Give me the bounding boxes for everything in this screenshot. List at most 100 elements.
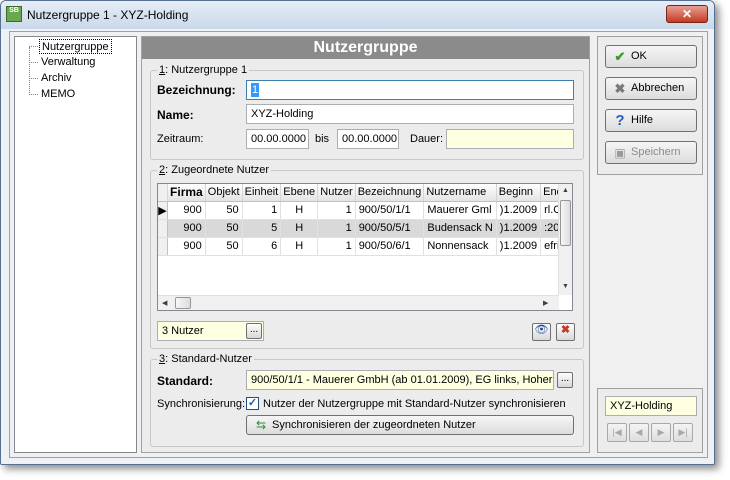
binoculars-icon: 👁 bbox=[534, 324, 549, 336]
next-icon: ▶ bbox=[657, 427, 665, 437]
column-header-firma[interactable]: Firma bbox=[167, 184, 206, 202]
previous-icon: ◀ bbox=[635, 427, 643, 437]
horizontal-scroll-thumb[interactable] bbox=[175, 297, 191, 309]
nutzer-select-button[interactable]: ... bbox=[246, 323, 262, 339]
dauer-label: Dauer: bbox=[410, 133, 444, 145]
bezeichnung-value: 1 bbox=[251, 83, 260, 97]
remove-nutzer-button[interactable]: ✖ bbox=[556, 323, 575, 341]
sync-arrows-icon: ⇆ bbox=[255, 418, 267, 432]
row-indicator-header bbox=[158, 184, 169, 202]
nutzer-table: Firma Objekt Einheit Ebene Nutzer Bezeic… bbox=[158, 184, 572, 256]
tree-connector bbox=[29, 46, 38, 47]
checkmark-icon: ✓ bbox=[247, 397, 258, 409]
dialog-window: SB Nutzergruppe 1 - XYZ-Holding ✕ Nutzer… bbox=[0, 0, 715, 465]
table-row[interactable]: 900 50 6 H 1 900/50/6/1 Nonnensack )1.20… bbox=[158, 237, 572, 256]
last-icon: ▶| bbox=[678, 427, 688, 437]
tree-item-memo[interactable]: MEMO bbox=[39, 87, 77, 102]
zeitraum-label: Zeitraum: bbox=[157, 133, 204, 145]
column-header-ebene[interactable]: Ebene bbox=[280, 184, 319, 202]
close-button[interactable]: ✕ bbox=[666, 5, 708, 23]
hilfe-button[interactable]: ? Hilfe bbox=[605, 109, 697, 132]
table-cell: 6 bbox=[242, 237, 282, 256]
ok-button[interactable]: ✔ OK bbox=[605, 45, 697, 68]
section-title: 2: Zugeordnete Nutzer bbox=[157, 164, 272, 176]
speichern-button[interactable]: ▣ Speichern bbox=[605, 141, 697, 164]
synchronisierung-label: Synchronisierung: bbox=[157, 398, 246, 410]
client-area: Nutzergruppe Verwaltung Archiv MEMO Nutz… bbox=[9, 31, 708, 458]
last-record-button[interactable]: ▶| bbox=[673, 423, 693, 442]
column-header-bezeichnung[interactable]: Bezeichnung bbox=[355, 184, 425, 202]
table-cell: )1.2009 bbox=[496, 219, 542, 238]
synchronize-button[interactable]: ⇆ Synchronisieren der zugeordneten Nutze… bbox=[246, 415, 574, 435]
cancel-x-icon: ✖ bbox=[614, 81, 626, 96]
table-cell: 1 bbox=[317, 201, 356, 220]
window-title: Nutzergruppe 1 - XYZ-Holding bbox=[27, 8, 189, 22]
table-cell: Budensack N bbox=[423, 219, 497, 238]
previous-record-button[interactable]: ◀ bbox=[629, 423, 649, 442]
current-row-icon: ▶ bbox=[158, 201, 169, 220]
bezeichnung-label: Bezeichnung: bbox=[157, 83, 236, 97]
abbrechen-button-label: Abbrechen bbox=[631, 82, 685, 94]
scroll-up-icon[interactable]: ▲ bbox=[562, 187, 569, 194]
search-binoculars-button[interactable]: 👁 bbox=[532, 323, 551, 341]
table-cell: Mauerer Gml bbox=[423, 201, 497, 220]
record-navigator: XYZ-Holding |◀ ◀ ▶ ▶| bbox=[597, 388, 703, 453]
table-cell: )1.2009 bbox=[496, 237, 542, 256]
table-cell: 900 bbox=[167, 219, 206, 238]
synchronize-button-label: Synchronisieren der zugeordneten Nutzer bbox=[272, 419, 476, 431]
sync-checkbox-label[interactable]: Nutzer der Nutzergruppe mit Standard-Nut… bbox=[263, 398, 566, 410]
row-indicator bbox=[158, 237, 169, 256]
tree-item-archiv[interactable]: Archiv bbox=[39, 71, 74, 86]
close-icon: ✕ bbox=[681, 7, 693, 21]
column-header-nutzername[interactable]: Nutzername bbox=[423, 184, 497, 202]
tree-item-verwaltung[interactable]: Verwaltung bbox=[39, 55, 97, 70]
scroll-down-icon[interactable]: ▼ bbox=[562, 283, 569, 290]
table-row[interactable]: ▶ 900 50 1 H 1 900/50/1/1 Mauerer Gml )1… bbox=[158, 201, 572, 220]
tree-connector bbox=[29, 47, 30, 95]
table-cell: 1 bbox=[242, 201, 282, 220]
vertical-scroll-thumb[interactable] bbox=[560, 200, 571, 246]
app-icon[interactable]: SB bbox=[6, 6, 22, 22]
table-cell: 900/50/6/1 bbox=[355, 237, 425, 256]
nutzer-grid[interactable]: Firma Objekt Einheit Ebene Nutzer Bezeic… bbox=[157, 183, 573, 311]
title-bar[interactable]: SB Nutzergruppe 1 - XYZ-Holding ✕ bbox=[1, 1, 714, 29]
first-record-button[interactable]: |◀ bbox=[607, 423, 627, 442]
horizontal-scrollbar[interactable]: ◀ ▶ bbox=[158, 295, 559, 310]
table-cell: 900 bbox=[167, 201, 206, 220]
first-icon: |◀ bbox=[612, 427, 622, 437]
scroll-right-icon[interactable]: ▶ bbox=[543, 299, 548, 307]
bezeichnung-input[interactable]: 1 bbox=[246, 80, 574, 100]
column-header-nutzer[interactable]: Nutzer bbox=[317, 184, 356, 202]
next-record-button[interactable]: ▶ bbox=[651, 423, 671, 442]
tree-item-nutzergruppe[interactable]: Nutzergruppe bbox=[39, 39, 112, 54]
abbrechen-button[interactable]: ✖ Abbrechen bbox=[605, 77, 697, 100]
sync-checkbox[interactable]: ✓ bbox=[246, 397, 259, 410]
scroll-left-icon[interactable]: ◀ bbox=[162, 299, 167, 307]
vertical-scrollbar[interactable]: ▲ ▼ bbox=[558, 184, 572, 295]
save-disk-icon: ▣ bbox=[614, 146, 626, 160]
name-input[interactable]: XYZ-Holding bbox=[246, 104, 574, 124]
zeitraum-from-input[interactable]: 00.00.0000 bbox=[246, 129, 309, 149]
tree-connector bbox=[29, 78, 38, 79]
section-title: 1: Nutzergruppe 1 bbox=[157, 64, 250, 76]
bis-label: bis bbox=[315, 133, 330, 145]
table-cell: H bbox=[280, 201, 319, 220]
standard-select-button[interactable]: ... bbox=[557, 372, 573, 388]
column-header-beginn[interactable]: Beginn bbox=[496, 184, 542, 202]
name-label: Name: bbox=[157, 108, 194, 122]
table-cell: 5 bbox=[242, 219, 282, 238]
section-title-text: : Nutzergruppe 1 bbox=[165, 64, 248, 76]
speichern-button-label: Speichern bbox=[631, 146, 681, 158]
zeitraum-to-input[interactable]: 00.00.0000 bbox=[337, 129, 399, 149]
checkmark-icon: ✔ bbox=[614, 49, 626, 64]
delete-icon: ✖ bbox=[560, 324, 571, 336]
table-cell: Nonnensack bbox=[423, 237, 497, 256]
standard-label: Standard: bbox=[157, 374, 214, 388]
table-row[interactable]: 900 50 5 H 1 900/50/5/1 Budensack N )1.2… bbox=[158, 219, 572, 238]
hilfe-button-label: Hilfe bbox=[631, 114, 654, 126]
action-panel: ✔ OK ✖ Abbrechen ? Hilfe ▣ Speichern bbox=[597, 36, 703, 175]
section-title-text: : Standard-Nutzer bbox=[165, 353, 252, 365]
navigation-tree: Nutzergruppe Verwaltung Archiv MEMO bbox=[14, 36, 137, 453]
column-header-objekt[interactable]: Objekt bbox=[205, 184, 243, 202]
column-header-einheit[interactable]: Einheit bbox=[242, 184, 282, 202]
